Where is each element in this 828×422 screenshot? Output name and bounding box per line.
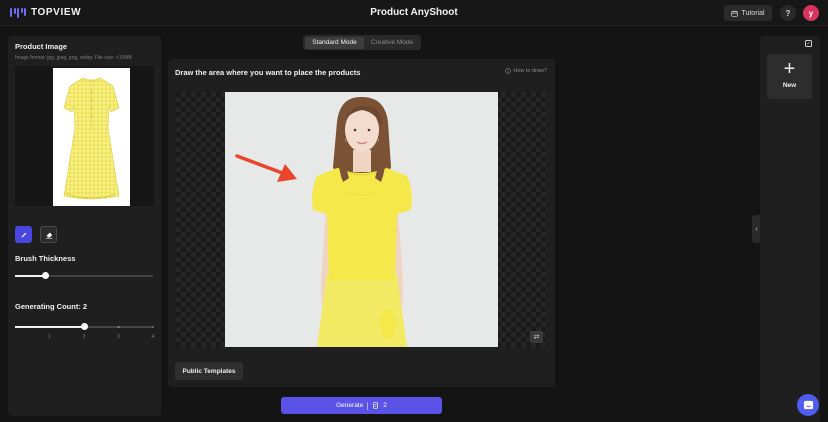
history-panel: ✓ + New (760, 36, 820, 422)
eraser-tool-button[interactable] (40, 226, 57, 243)
tab-creative-mode[interactable]: Creative Mode (365, 37, 419, 49)
avatar[interactable]: y (803, 5, 819, 21)
mode-switch: Standard Mode Creative Mode (303, 35, 421, 50)
drawing-canvas[interactable]: ⇄ (176, 92, 547, 347)
new-project-button[interactable]: + New (767, 54, 812, 99)
product-image-box[interactable]: ⇄ (15, 66, 154, 206)
brush-thickness-thumb[interactable] (41, 272, 49, 279)
tutorial-button[interactable]: Tutorial (724, 5, 772, 21)
brush-thickness-label: Brush Thickness (15, 254, 76, 263)
calendar-icon (731, 10, 739, 17)
chat-icon (803, 400, 813, 409)
select-icon[interactable]: ✓ (805, 40, 812, 47)
chat-button[interactable] (797, 394, 819, 416)
generate-label: Generate (336, 402, 364, 409)
count-tick-dot[interactable] (117, 325, 120, 328)
how-to-draw-label: How to draw? (513, 68, 547, 74)
count-tick-dot[interactable] (48, 325, 51, 328)
brush-thickness-slider[interactable] (15, 272, 153, 279)
generate-credits: 2 (383, 402, 387, 409)
product-image (53, 68, 130, 206)
model-photo (225, 92, 498, 347)
public-templates-button[interactable]: Public Templates (175, 362, 243, 380)
page-title: Product AnyShoot (370, 7, 458, 18)
model-with-mask-image (225, 92, 498, 347)
how-to-draw-link[interactable]: How to draw? (505, 68, 547, 74)
tab-standard-mode[interactable]: Standard Mode (305, 36, 364, 49)
generating-count-label: Generating Count: 2 (15, 302, 88, 311)
brush-icon (20, 232, 26, 238)
count-tick-label: 4 (151, 334, 155, 340)
count-tick-dot[interactable] (151, 325, 155, 328)
help-icon[interactable]: ? (780, 5, 796, 21)
canvas-panel: Draw the area where you want to place th… (168, 59, 555, 387)
generating-count-slider[interactable]: 1 2 3 4 (15, 323, 155, 340)
plus-icon: + (783, 58, 796, 80)
canvas-instruction: Draw the area where you want to place th… (175, 68, 361, 77)
product-image-panel: Product Image Image format: jpg, jpeg, p… (8, 36, 161, 416)
product-image-title: Product Image (15, 42, 68, 51)
new-label: New (782, 82, 797, 89)
brush-thickness-fill (15, 275, 46, 277)
upload-hint: Image format: jpg, jpeg, png, webp; File… (15, 55, 132, 61)
tutorial-label: Tutorial (741, 9, 765, 17)
coin-icon (373, 402, 379, 409)
swap-icon[interactable]: ⇄ (530, 331, 543, 343)
count-tick-label: 2 (82, 334, 86, 340)
generating-count-thumb[interactable] (80, 323, 88, 330)
count-tick-label: 1 (48, 334, 51, 340)
eraser-icon (45, 232, 52, 239)
count-tick-label: 3 (117, 334, 120, 340)
generate-separator (367, 401, 369, 410)
brush-tool-button[interactable] (15, 226, 32, 243)
yellow-dress-image (63, 77, 120, 200)
top-bar: TOPVIEW Product AnyShoot Tutorial ? y (0, 0, 828, 26)
info-icon (505, 68, 512, 74)
generate-button[interactable]: Generate 2 (281, 397, 442, 414)
